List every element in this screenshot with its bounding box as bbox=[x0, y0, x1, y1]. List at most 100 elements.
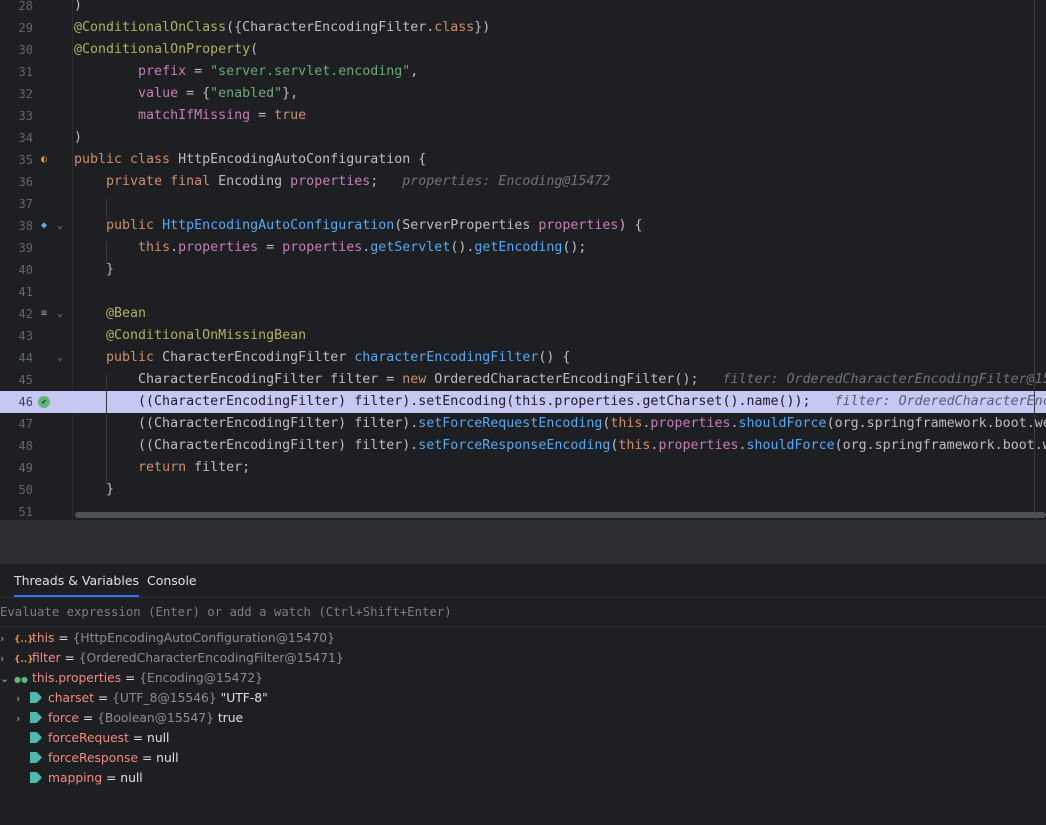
line-number[interactable]: 51 bbox=[0, 501, 33, 520]
line-number[interactable]: 34 bbox=[0, 127, 33, 149]
constructor-icon[interactable]: ◆ bbox=[38, 220, 50, 232]
code-text: ) bbox=[74, 130, 83, 145]
code-text: @Bean bbox=[106, 306, 147, 321]
object-icon: {..} bbox=[14, 655, 34, 665]
evaluate-expression-input[interactable]: Evaluate expression (Enter) or add a wat… bbox=[0, 599, 1046, 627]
code-text: ) bbox=[74, 0, 83, 13]
fold-chevron-icon[interactable]: ⌄ bbox=[57, 347, 63, 369]
code-text: public class HttpEncodingAutoConfigurati… bbox=[74, 152, 427, 167]
variable-name: forceRequest bbox=[48, 731, 129, 745]
line-number[interactable]: 38 bbox=[0, 215, 33, 237]
code-line[interactable]: 36 private final Encoding properties; pr… bbox=[0, 171, 1046, 193]
code-line[interactable]: 28) bbox=[0, 0, 1046, 17]
line-number[interactable]: 30 bbox=[0, 39, 33, 61]
code-line[interactable]: 47 ((CharacterEncodingFilter) filter).se… bbox=[0, 413, 1046, 435]
code-text: this.properties = properties.getServlet(… bbox=[138, 240, 587, 255]
code-text: } bbox=[74, 262, 115, 277]
variable-reference: {HttpEncodingAutoConfiguration@15470} bbox=[72, 631, 335, 645]
tab-console[interactable]: Console bbox=[147, 564, 197, 597]
line-number[interactable]: 47 bbox=[0, 413, 33, 435]
code-text: @ConditionalOnClass({CharacterEncodingFi… bbox=[74, 20, 491, 35]
line-number[interactable]: 42 bbox=[0, 303, 33, 325]
variable-row[interactable]: › {..}filter = {OrderedCharacterEncodingF… bbox=[0, 648, 344, 668]
code-line[interactable]: 29 @ConditionalOnClass({CharacterEncoding… bbox=[0, 17, 1046, 39]
code-line[interactable]: 39 this.properties = properties.getServl… bbox=[0, 237, 1046, 259]
code-line[interactable]: 32 value = {"enabled"}, bbox=[0, 83, 1046, 105]
code-line[interactable]: 43 @ConditionalOnMissingBean bbox=[0, 325, 1046, 347]
variable-row[interactable]: › force = {Boolean@15547} true bbox=[16, 708, 243, 728]
expand-chevron-icon[interactable]: › bbox=[0, 649, 14, 669]
code-text: public CharacterEncodingFilter character… bbox=[106, 350, 571, 365]
code-line[interactable]: 45 CharacterEncodingFilter filter = new … bbox=[0, 369, 1046, 391]
code-line[interactable]: 42 ≡ ⌄ @Bean bbox=[0, 303, 1046, 325]
equals-sign: = bbox=[93, 691, 113, 705]
line-number[interactable]: 45 bbox=[0, 369, 33, 391]
variable-value: null bbox=[156, 751, 179, 765]
variable-reference: {UTF_8@15546} bbox=[112, 691, 221, 705]
code-line[interactable]: 46 ✔ ((CharacterEncodingFilter) filter).s… bbox=[0, 391, 1046, 413]
line-number[interactable]: 35 bbox=[0, 149, 33, 171]
variable-name: charset bbox=[48, 691, 94, 705]
expand-chevron-icon[interactable]: › bbox=[16, 689, 30, 709]
code-line[interactable]: 49 return filter; bbox=[0, 457, 1046, 479]
expand-chevron-icon[interactable]: › bbox=[16, 709, 30, 729]
equals-sign: = bbox=[102, 771, 121, 785]
variable-row[interactable]: forceResponse = null bbox=[16, 748, 179, 768]
line-number[interactable]: 37 bbox=[0, 193, 33, 215]
variable-name: forceResponse bbox=[48, 751, 139, 765]
tab-threads-variables[interactable]: Threads & Variables bbox=[14, 564, 140, 597]
code-line[interactable]: 48 ((CharacterEncodingFilter) filter).se… bbox=[0, 435, 1046, 457]
line-number[interactable]: 44 bbox=[0, 347, 33, 369]
code-line[interactable]: 40 } bbox=[0, 259, 1046, 281]
code-line[interactable]: 50 } bbox=[0, 479, 1046, 501]
variable-row[interactable]: › {..}this = {HttpEncodingAutoConfigurati… bbox=[0, 628, 335, 648]
code-line[interactable]: 44 ⌄ public CharacterEncodingFilter chara… bbox=[0, 347, 1046, 369]
fold-chevron-icon[interactable]: ⌄ bbox=[57, 215, 63, 237]
line-number[interactable]: 50 bbox=[0, 479, 33, 501]
variable-name: mapping bbox=[48, 771, 103, 785]
line-number[interactable]: 29 bbox=[0, 17, 33, 39]
variable-name: filter bbox=[32, 651, 61, 665]
code-line[interactable]: 33 matchIfMissing = true bbox=[0, 105, 1046, 127]
code-line[interactable]: 35 ◐ public class HttpEncodingAutoConfigur… bbox=[0, 149, 1046, 171]
line-number[interactable]: 39 bbox=[0, 237, 33, 259]
code-text: CharacterEncodingFilter filter = new Ord… bbox=[74, 372, 1046, 387]
code-text: ((CharacterEncodingFilter) filter).setEn… bbox=[74, 394, 1046, 409]
line-number[interactable]: 40 bbox=[0, 259, 33, 281]
line-number[interactable]: 28 bbox=[0, 0, 33, 17]
fold-chevron-icon[interactable]: ⌄ bbox=[57, 303, 63, 325]
variable-row[interactable]: › charset = {UTF_8@15546} "UTF-8" bbox=[16, 688, 268, 708]
line-number[interactable]: 43 bbox=[0, 325, 33, 347]
variable-row[interactable]: ⌄ ●● this.properties = {Encoding@15472} bbox=[0, 668, 263, 688]
bean-method-icon[interactable]: ≡ bbox=[38, 308, 50, 320]
line-number[interactable]: 31 bbox=[0, 61, 33, 83]
line-number[interactable]: 41 bbox=[0, 281, 33, 303]
variable-value: null bbox=[120, 771, 143, 785]
code-line[interactable]: 41 bbox=[0, 281, 1046, 303]
code-line[interactable]: 34) bbox=[0, 127, 1046, 149]
variable-value: "UTF-8" bbox=[220, 691, 268, 705]
line-number[interactable]: 32 bbox=[0, 83, 33, 105]
code-line[interactable]: 37 bbox=[0, 193, 1046, 215]
code-line[interactable]: 38 ◆ ⌄ public HttpEncodingAutoConfiguratio… bbox=[0, 215, 1046, 237]
horizontal-scrollbar[interactable] bbox=[75, 512, 1046, 518]
breakpoint-icon[interactable]: ✔ bbox=[38, 396, 50, 408]
indent-guide bbox=[106, 242, 107, 264]
variable-row[interactable]: forceRequest = null bbox=[16, 728, 169, 748]
line-number[interactable]: 36 bbox=[0, 171, 33, 193]
line-number[interactable]: 49 bbox=[0, 457, 33, 479]
line-number[interactable]: 33 bbox=[0, 105, 33, 127]
code-line[interactable]: 30 @ConditionalOnProperty( bbox=[0, 39, 1046, 61]
expand-chevron-icon[interactable]: › bbox=[0, 629, 14, 649]
variable-name: this bbox=[32, 631, 55, 645]
line-number[interactable]: 46 bbox=[0, 391, 33, 413]
right-margin-guide bbox=[1034, 0, 1035, 520]
panel-divider[interactable] bbox=[0, 520, 1046, 564]
expand-chevron-icon[interactable]: ⌄ bbox=[0, 669, 14, 689]
bean-icon[interactable]: ◐ bbox=[38, 154, 50, 166]
code-editor[interactable]: 28) 29 @ConditionalOnClass({CharacterEncod… bbox=[0, 0, 1046, 520]
code-line[interactable]: 31 prefix = "server.servlet.encoding", bbox=[0, 61, 1046, 83]
variable-row[interactable]: mapping = null bbox=[16, 768, 143, 788]
variable-name: force bbox=[48, 711, 79, 725]
line-number[interactable]: 48 bbox=[0, 435, 33, 457]
